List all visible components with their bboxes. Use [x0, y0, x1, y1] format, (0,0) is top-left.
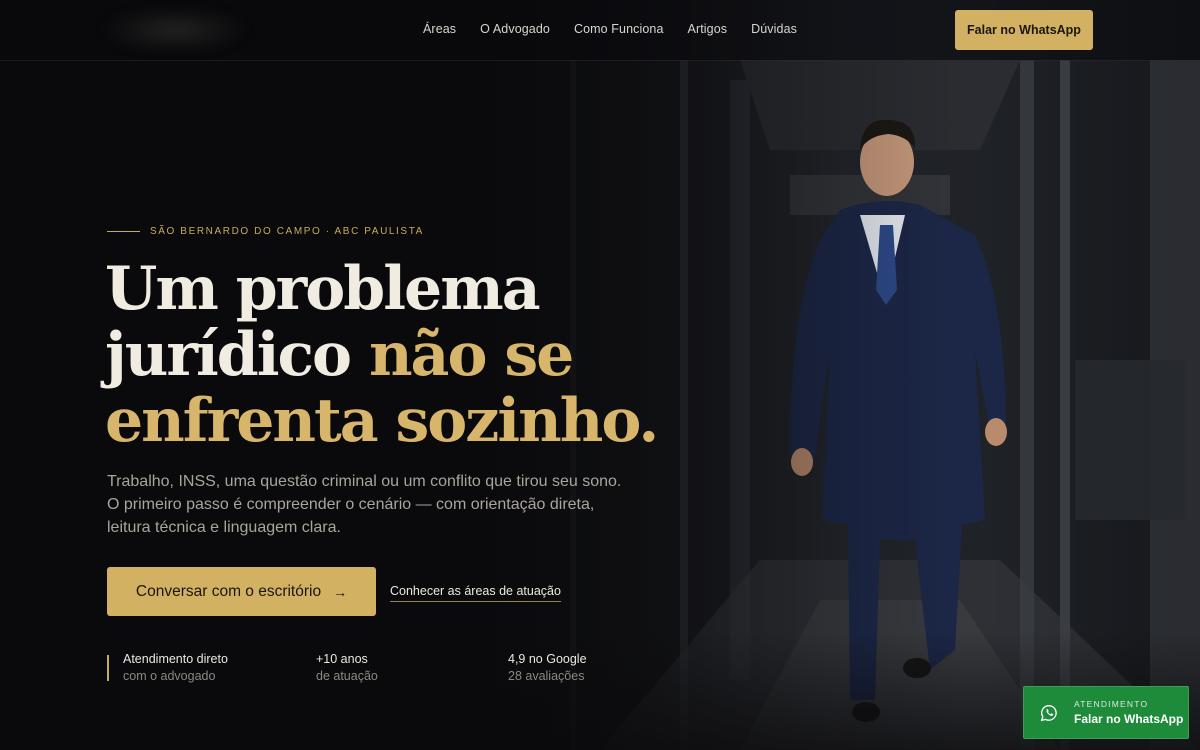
- hero-headline: Um problema jurídico não se enfrenta soz…: [105, 256, 665, 454]
- site-header: Áreas O Advogado Como Funciona Artigos D…: [0, 0, 1200, 61]
- nav-item-areas[interactable]: Áreas: [423, 22, 456, 36]
- hero-eyebrow: SÃO BERNARDO DO CAMPO · ABC PAULISTA: [107, 226, 424, 237]
- headline-line-2-gold: não se: [368, 320, 574, 390]
- headline-line-1: Um problema: [105, 254, 541, 324]
- whatsapp-float-text: Falar no WhatsApp: [1074, 712, 1184, 726]
- stat-title: +10 anos: [316, 652, 368, 666]
- stat-subtitle: 28 avaliações: [508, 669, 585, 683]
- stat-subtitle: com o advogado: [123, 669, 216, 683]
- stat-years: +10 anos de atuação: [316, 651, 378, 685]
- practice-areas-link[interactable]: Conhecer as áreas de atuação: [390, 584, 561, 602]
- headline-line-3-gold: enfrenta sozinho.: [105, 386, 659, 456]
- eyebrow-divider: [107, 231, 140, 232]
- main-nav: Áreas O Advogado Como Funciona Artigos D…: [423, 22, 797, 36]
- eyebrow-location: SÃO BERNARDO DO CAMPO · ABC PAULISTA: [150, 226, 424, 237]
- stat-title: Atendimento direto: [123, 652, 228, 666]
- nav-item-como-funciona[interactable]: Como Funciona: [574, 22, 664, 36]
- hero-subtext: Trabalho, INSS, uma questão criminal ou …: [107, 473, 622, 536]
- stat-direct-service: Atendimento direto com o advogado: [123, 651, 228, 685]
- contact-office-label: Conversar com o escritório: [135, 582, 322, 600]
- nav-item-artigos[interactable]: Artigos: [688, 22, 728, 36]
- nav-item-o-advogado[interactable]: O Advogado: [480, 22, 550, 36]
- whatsapp-floating-button[interactable]: ATENDIMENTO Falar no WhatsApp: [1023, 686, 1189, 739]
- nav-item-duvidas[interactable]: Dúvidas: [751, 22, 797, 36]
- header-whatsapp-button[interactable]: Falar no WhatsApp: [955, 10, 1093, 50]
- stat-subtitle: de atuação: [316, 669, 378, 683]
- stats-accent-bar: [107, 655, 109, 681]
- contact-office-button[interactable]: Conversar com o escritório →: [107, 567, 376, 616]
- arrow-right-icon: →: [333, 583, 348, 600]
- stat-title: 4,9 no Google: [508, 652, 587, 666]
- logo[interactable]: [100, 8, 250, 52]
- headline-line-2-white: jurídico: [105, 320, 369, 390]
- whatsapp-float-label: ATENDIMENTO: [1074, 699, 1149, 709]
- stat-google-rating: 4,9 no Google 28 avaliações: [508, 651, 587, 685]
- whatsapp-icon: [1024, 704, 1074, 722]
